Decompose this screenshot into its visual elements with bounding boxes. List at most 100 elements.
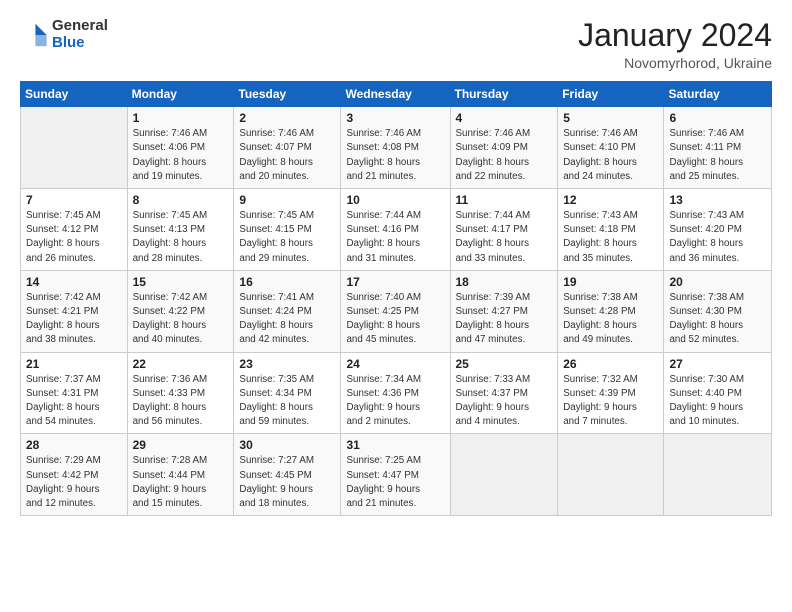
- day-number: 5: [563, 111, 658, 125]
- calendar-cell: 7 Sunrise: 7:45 AM Sunset: 4:12 PM Daylig…: [21, 189, 128, 271]
- day-info: Sunrise: 7:34 AM Sunset: 4:36 PM Dayligh…: [346, 373, 444, 430]
- day-info: Sunrise: 7:36 AM Sunset: 4:33 PM Dayligh…: [133, 373, 229, 430]
- calendar-cell: 3 Sunrise: 7:46 AM Sunset: 4:08 PM Daylig…: [341, 107, 450, 189]
- day-number: 16: [239, 275, 335, 289]
- main-title: January 2024: [578, 18, 772, 53]
- day-info: Sunrise: 7:37 AM Sunset: 4:31 PM Dayligh…: [26, 373, 122, 430]
- weekday-header-thursday: Thursday: [450, 82, 558, 107]
- day-number: 14: [26, 275, 122, 289]
- day-number: 19: [563, 275, 658, 289]
- weekday-header-wednesday: Wednesday: [341, 82, 450, 107]
- calendar-week-1: 1Sunrise: 7:46 AM Sunset: 4:06 PM Daylig…: [21, 107, 772, 189]
- calendar-body: 1Sunrise: 7:46 AM Sunset: 4:06 PM Daylig…: [21, 107, 772, 516]
- calendar-week-4: 21 Sunrise: 7:37 AM Sunset: 4:31 PM Dayli…: [21, 352, 772, 434]
- calendar-week-2: 7 Sunrise: 7:45 AM Sunset: 4:12 PM Daylig…: [21, 189, 772, 271]
- calendar-cell: 10 Sunrise: 7:44 AM Sunset: 4:16 PM Dayli…: [341, 189, 450, 271]
- day-number: 18: [456, 275, 553, 289]
- calendar-cell: 29Sunrise: 7:28 AM Sunset: 4:44 PM Dayli…: [127, 434, 234, 516]
- day-number: 17: [346, 275, 444, 289]
- calendar-cell: 8 Sunrise: 7:45 AM Sunset: 4:13 PM Daylig…: [127, 189, 234, 271]
- title-block: January 2024 Novomyrhorod, Ukraine: [578, 18, 772, 71]
- calendar-week-3: 14 Sunrise: 7:42 AM Sunset: 4:21 PM Dayli…: [21, 270, 772, 352]
- day-number: 6: [669, 111, 766, 125]
- subtitle: Novomyrhorod, Ukraine: [578, 55, 772, 71]
- calendar-cell: 14 Sunrise: 7:42 AM Sunset: 4:21 PM Dayli…: [21, 270, 128, 352]
- day-number: 8: [133, 193, 229, 207]
- calendar-cell: 18Sunrise: 7:39 AM Sunset: 4:27 PM Dayli…: [450, 270, 558, 352]
- calendar-header: SundayMondayTuesdayWednesdayThursdayFrid…: [21, 82, 772, 107]
- weekday-header-monday: Monday: [127, 82, 234, 107]
- day-number: 3: [346, 111, 444, 125]
- day-info: Sunrise: 7:25 AM Sunset: 4:47 PM Dayligh…: [346, 454, 444, 511]
- weekday-header-tuesday: Tuesday: [234, 82, 341, 107]
- calendar-cell: 28Sunrise: 7:29 AM Sunset: 4:42 PM Dayli…: [21, 434, 128, 516]
- calendar-cell: 30 Sunrise: 7:27 AM Sunset: 4:45 PM Dayli…: [234, 434, 341, 516]
- weekday-header-saturday: Saturday: [664, 82, 772, 107]
- calendar-cell: 19 Sunrise: 7:38 AM Sunset: 4:28 PM Dayli…: [558, 270, 664, 352]
- day-number: 9: [239, 193, 335, 207]
- day-number: 26: [563, 357, 658, 371]
- day-info: Sunrise: 7:46 AM Sunset: 4:07 PM Dayligh…: [239, 127, 335, 184]
- day-info: Sunrise: 7:27 AM Sunset: 4:45 PM Dayligh…: [239, 454, 335, 511]
- day-number: 27: [669, 357, 766, 371]
- day-number: 12: [563, 193, 658, 207]
- logo: General Blue: [20, 18, 108, 51]
- day-number: 28: [26, 438, 122, 452]
- calendar-cell: 1Sunrise: 7:46 AM Sunset: 4:06 PM Daylig…: [127, 107, 234, 189]
- day-info: Sunrise: 7:44 AM Sunset: 4:16 PM Dayligh…: [346, 209, 444, 266]
- logo-blue: Blue: [52, 35, 108, 52]
- calendar-cell: 24 Sunrise: 7:34 AM Sunset: 4:36 PM Dayli…: [341, 352, 450, 434]
- calendar-cell: [664, 434, 772, 516]
- calendar-cell: 11Sunrise: 7:44 AM Sunset: 4:17 PM Dayli…: [450, 189, 558, 271]
- calendar-cell: 27 Sunrise: 7:30 AM Sunset: 4:40 PM Dayli…: [664, 352, 772, 434]
- day-number: 2: [239, 111, 335, 125]
- logo-text: General Blue: [52, 18, 108, 51]
- day-info: Sunrise: 7:35 AM Sunset: 4:34 PM Dayligh…: [239, 373, 335, 430]
- day-info: Sunrise: 7:30 AM Sunset: 4:40 PM Dayligh…: [669, 373, 766, 430]
- page-header: General Blue January 2024 Novomyrhorod, …: [20, 18, 772, 71]
- calendar-cell: 17 Sunrise: 7:40 AM Sunset: 4:25 PM Dayli…: [341, 270, 450, 352]
- day-info: Sunrise: 7:38 AM Sunset: 4:28 PM Dayligh…: [563, 291, 658, 348]
- day-info: Sunrise: 7:46 AM Sunset: 4:11 PM Dayligh…: [669, 127, 766, 184]
- calendar-cell: 26 Sunrise: 7:32 AM Sunset: 4:39 PM Dayli…: [558, 352, 664, 434]
- day-info: Sunrise: 7:46 AM Sunset: 4:08 PM Dayligh…: [346, 127, 444, 184]
- day-number: 30: [239, 438, 335, 452]
- day-info: Sunrise: 7:45 AM Sunset: 4:15 PM Dayligh…: [239, 209, 335, 266]
- calendar-cell: 9 Sunrise: 7:45 AM Sunset: 4:15 PM Daylig…: [234, 189, 341, 271]
- calendar-cell: [450, 434, 558, 516]
- day-info: Sunrise: 7:40 AM Sunset: 4:25 PM Dayligh…: [346, 291, 444, 348]
- day-info: Sunrise: 7:44 AM Sunset: 4:17 PM Dayligh…: [456, 209, 553, 266]
- day-info: Sunrise: 7:46 AM Sunset: 4:09 PM Dayligh…: [456, 127, 553, 184]
- day-info: Sunrise: 7:42 AM Sunset: 4:21 PM Dayligh…: [26, 291, 122, 348]
- day-number: 7: [26, 193, 122, 207]
- day-info: Sunrise: 7:46 AM Sunset: 4:06 PM Dayligh…: [133, 127, 229, 184]
- day-info: Sunrise: 7:45 AM Sunset: 4:12 PM Dayligh…: [26, 209, 122, 266]
- day-info: Sunrise: 7:43 AM Sunset: 4:20 PM Dayligh…: [669, 209, 766, 266]
- calendar-cell: 21 Sunrise: 7:37 AM Sunset: 4:31 PM Dayli…: [21, 352, 128, 434]
- day-number: 24: [346, 357, 444, 371]
- calendar-cell: 25Sunrise: 7:33 AM Sunset: 4:37 PM Dayli…: [450, 352, 558, 434]
- calendar-cell: 5 Sunrise: 7:46 AM Sunset: 4:10 PM Daylig…: [558, 107, 664, 189]
- calendar-cell: [21, 107, 128, 189]
- day-number: 10: [346, 193, 444, 207]
- day-info: Sunrise: 7:32 AM Sunset: 4:39 PM Dayligh…: [563, 373, 658, 430]
- calendar-cell: 22 Sunrise: 7:36 AM Sunset: 4:33 PM Dayli…: [127, 352, 234, 434]
- calendar-cell: [558, 434, 664, 516]
- day-number: 22: [133, 357, 229, 371]
- day-info: Sunrise: 7:46 AM Sunset: 4:10 PM Dayligh…: [563, 127, 658, 184]
- weekday-header-sunday: Sunday: [21, 82, 128, 107]
- calendar-cell: 16Sunrise: 7:41 AM Sunset: 4:24 PM Dayli…: [234, 270, 341, 352]
- calendar-cell: 2 Sunrise: 7:46 AM Sunset: 4:07 PM Daylig…: [234, 107, 341, 189]
- day-number: 21: [26, 357, 122, 371]
- calendar-week-5: 28Sunrise: 7:29 AM Sunset: 4:42 PM Dayli…: [21, 434, 772, 516]
- day-number: 29: [133, 438, 229, 452]
- calendar-cell: 23 Sunrise: 7:35 AM Sunset: 4:34 PM Dayli…: [234, 352, 341, 434]
- day-number: 23: [239, 357, 335, 371]
- day-info: Sunrise: 7:42 AM Sunset: 4:22 PM Dayligh…: [133, 291, 229, 348]
- day-info: Sunrise: 7:45 AM Sunset: 4:13 PM Dayligh…: [133, 209, 229, 266]
- day-number: 4: [456, 111, 553, 125]
- calendar-cell: 6 Sunrise: 7:46 AM Sunset: 4:11 PM Daylig…: [664, 107, 772, 189]
- day-number: 15: [133, 275, 229, 289]
- calendar-table: SundayMondayTuesdayWednesdayThursdayFrid…: [20, 81, 772, 516]
- day-number: 25: [456, 357, 553, 371]
